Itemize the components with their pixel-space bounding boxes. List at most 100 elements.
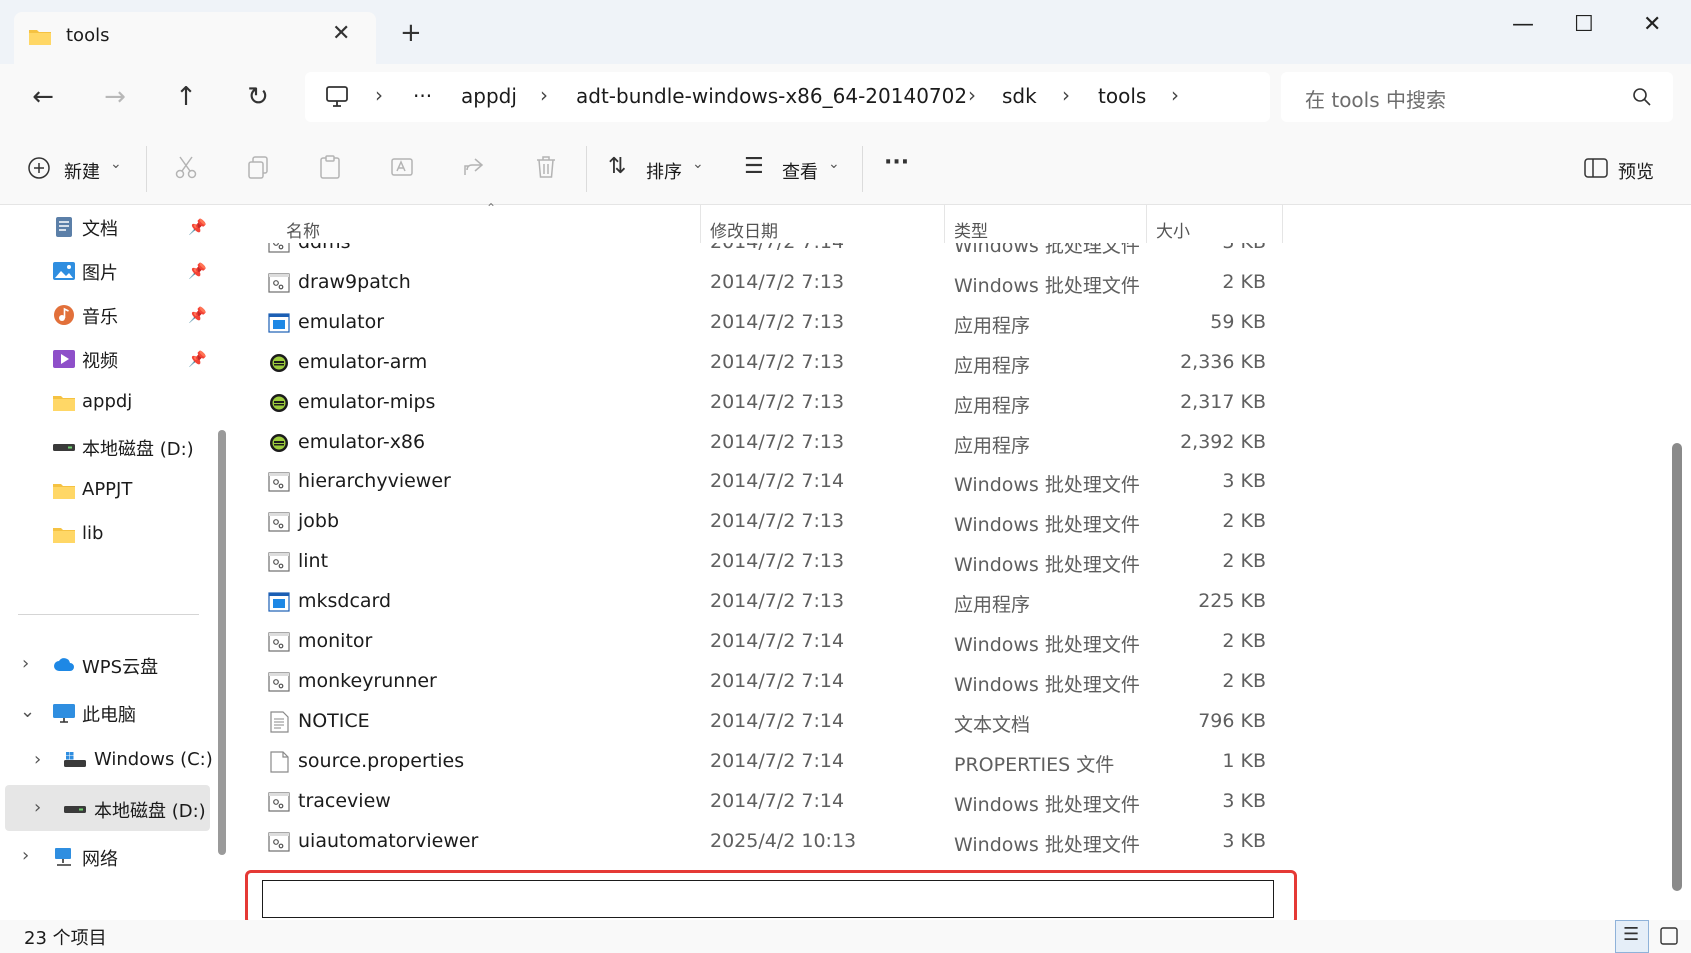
thumbnail-view-icon bbox=[1660, 927, 1678, 945]
copy-icon[interactable] bbox=[245, 154, 271, 180]
new-button[interactable]: 新建 ⌄ bbox=[24, 146, 134, 190]
refresh-button[interactable]: ↻ bbox=[242, 82, 274, 112]
breadcrumb[interactable]: › ··· appdj › adt-bundle-windows-x86_64-… bbox=[305, 72, 1270, 122]
file-type: 应用程序 bbox=[954, 394, 1031, 417]
tab-tools[interactable]: tools ✕ bbox=[14, 12, 376, 64]
close-window-button[interactable]: ✕ bbox=[1643, 12, 1661, 37]
thumbnail-view-button[interactable] bbox=[1652, 920, 1686, 953]
breadcrumb-more[interactable]: ··· bbox=[413, 84, 432, 108]
column-divider[interactable] bbox=[1146, 205, 1147, 243]
table-row[interactable]: uiautomatorviewer 2025/4/2 10:13 Windows 批… bbox=[236, 820, 1286, 863]
search-input[interactable]: 在 tools 中搜索 bbox=[1281, 72, 1673, 122]
chevron-right-icon[interactable]: › bbox=[1171, 83, 1179, 107]
share-icon[interactable] bbox=[461, 154, 487, 180]
delete-icon[interactable] bbox=[533, 154, 559, 180]
pin-icon[interactable]: 📌 bbox=[188, 218, 207, 236]
view-button[interactable]: ☰ 查看 ⌄ bbox=[744, 146, 844, 190]
sidebar-item-pictures[interactable]: 图片 📌 bbox=[0, 249, 222, 293]
table-row[interactable]: draw9patch 2014/7/2 7:13 Windows 批处理文件 2 KB bbox=[236, 261, 1286, 304]
sort-button[interactable]: ⇅ 排序 ⌄ bbox=[608, 146, 708, 190]
column-divider[interactable] bbox=[944, 205, 945, 243]
breadcrumb-tools[interactable]: tools bbox=[1098, 84, 1146, 108]
breadcrumb-sdk[interactable]: sdk bbox=[1002, 84, 1037, 108]
search-icon[interactable] bbox=[1631, 86, 1653, 108]
preview-label: 预览 bbox=[1618, 162, 1654, 183]
table-row[interactable]: emulator-x86 2014/7/2 7:13 应用程序 2,392 KB bbox=[236, 421, 1286, 464]
sidebar-item-wps-cloud[interactable]: › WPS云盘 bbox=[0, 643, 222, 687]
file-size: 2,392 KB bbox=[1180, 430, 1266, 453]
chevron-right-icon[interactable]: › bbox=[34, 749, 41, 770]
computer-icon bbox=[326, 86, 348, 107]
new-tab-button[interactable]: + bbox=[400, 20, 422, 46]
details-view-button[interactable]: ☰ bbox=[1615, 920, 1649, 953]
sidebar-item-label: 此电脑 bbox=[82, 705, 136, 726]
table-row[interactable]: monkeyrunner 2014/7/2 7:14 Windows 批处理文件 2 … bbox=[236, 660, 1286, 703]
sidebar-item-windows-c[interactable]: › Windows (C:) bbox=[0, 739, 222, 783]
chevron-right-icon[interactable]: › bbox=[22, 653, 29, 674]
maximize-button[interactable]: ☐ bbox=[1574, 12, 1594, 37]
column-header-size[interactable]: 大小 bbox=[1156, 217, 1190, 242]
file-size: 2 KB bbox=[1222, 669, 1266, 692]
chevron-right-icon[interactable]: › bbox=[22, 845, 29, 866]
sidebar-item-network[interactable]: › 网络 bbox=[0, 835, 222, 879]
table-row[interactable]: hierarchyviewer 2014/7/2 7:14 Windows 批处理文… bbox=[236, 460, 1286, 503]
table-row[interactable]: emulator-arm 2014/7/2 7:13 应用程序 2,336 KB bbox=[236, 341, 1286, 384]
chevron-down-icon: ⌄ bbox=[692, 156, 704, 172]
paste-icon[interactable] bbox=[317, 154, 343, 180]
file-name: hierarchyviewer bbox=[298, 470, 451, 493]
rename-icon[interactable] bbox=[389, 154, 415, 180]
close-tab-icon[interactable]: ✕ bbox=[332, 21, 350, 46]
table-row[interactable]: emulator-mips 2014/7/2 7:13 应用程序 2,317 KB bbox=[236, 381, 1286, 424]
column-header-date[interactable]: 修改日期 bbox=[710, 217, 778, 242]
table-row[interactable]: mksdcard 2014/7/2 7:13 应用程序 225 KB bbox=[236, 580, 1286, 623]
file-name: monitor bbox=[298, 630, 373, 652]
sidebar-item-appdj[interactable]: appdj bbox=[0, 381, 222, 425]
text-file-icon bbox=[268, 711, 290, 733]
column-divider[interactable] bbox=[700, 205, 701, 243]
pin-icon[interactable]: 📌 bbox=[188, 350, 207, 368]
file-size: 2 KB bbox=[1222, 510, 1266, 533]
up-button[interactable]: ↑ bbox=[170, 82, 202, 112]
breadcrumb-adt-bundle[interactable]: adt-bundle-windows-x86_64-20140702 bbox=[576, 84, 967, 108]
minimize-button[interactable]: — bbox=[1512, 12, 1534, 37]
back-button[interactable]: ← bbox=[27, 82, 59, 112]
folder-icon bbox=[53, 484, 75, 499]
sidebar-item-appjt[interactable]: APPJT bbox=[0, 469, 222, 513]
file-type: 应用程序 bbox=[954, 354, 1031, 377]
breadcrumb-appdj[interactable]: appdj bbox=[461, 84, 517, 108]
file-list-scrollbar[interactable] bbox=[1672, 443, 1682, 891]
more-options-button[interactable]: ··· bbox=[884, 150, 909, 175]
table-row[interactable]: lint 2014/7/2 7:13 Windows 批处理文件 2 KB bbox=[236, 540, 1286, 583]
preview-button[interactable]: 预览 bbox=[1580, 146, 1680, 190]
sidebar-item-local-disk-d-tree[interactable]: › 本地磁盘 (D:) bbox=[0, 787, 222, 831]
sidebar-item-this-pc[interactable]: ⌄ 此电脑 bbox=[0, 691, 222, 735]
pin-icon[interactable]: 📌 bbox=[188, 262, 207, 280]
chevron-down-icon[interactable]: ⌄ bbox=[20, 701, 35, 722]
file-size: 2 KB bbox=[1222, 270, 1266, 293]
file-size: 2,336 KB bbox=[1180, 350, 1266, 373]
divider bbox=[862, 146, 863, 192]
table-row[interactable]: monitor 2014/7/2 7:14 Windows 批处理文件 2 KB bbox=[236, 620, 1286, 663]
sidebar-item-lib[interactable]: lib bbox=[0, 513, 222, 557]
table-row[interactable]: source.properties 2014/7/2 7:14 PROPERTIES… bbox=[236, 740, 1286, 783]
chevron-right-icon[interactable]: › bbox=[34, 797, 41, 818]
table-row[interactable]: emulator 2014/7/2 7:13 应用程序 59 KB bbox=[236, 301, 1286, 344]
column-header-type[interactable]: 类型 bbox=[954, 217, 988, 242]
batch-file-icon bbox=[268, 243, 290, 254]
forward-button[interactable]: → bbox=[99, 82, 131, 112]
table-row[interactable]: NOTICE 2014/7/2 7:14 文本文档 796 KB bbox=[236, 700, 1286, 743]
navigation-pane-scrollbar[interactable] bbox=[218, 430, 226, 855]
cut-icon[interactable] bbox=[173, 154, 199, 180]
sidebar-item-local-disk-d[interactable]: 本地磁盘 (D:) bbox=[0, 425, 222, 469]
table-row[interactable]: jobb 2014/7/2 7:13 Windows 批处理文件 2 KB bbox=[236, 500, 1286, 543]
sidebar-item-label: APPJT bbox=[82, 479, 133, 500]
column-header-name[interactable]: 名称 bbox=[286, 217, 320, 242]
sidebar-item-videos[interactable]: 视频 📌 bbox=[0, 337, 222, 381]
file-name: traceview bbox=[298, 789, 391, 812]
column-divider[interactable] bbox=[1282, 205, 1283, 243]
android-app-icon bbox=[268, 352, 290, 374]
table-row[interactable]: traceview 2014/7/2 7:14 Windows 批处理文件 3 KB bbox=[236, 780, 1286, 823]
pin-icon[interactable]: 📌 bbox=[188, 306, 207, 324]
sidebar-item-music[interactable]: 音乐 📌 bbox=[0, 293, 222, 337]
sidebar-item-documents[interactable]: 文档 📌 bbox=[0, 205, 222, 249]
